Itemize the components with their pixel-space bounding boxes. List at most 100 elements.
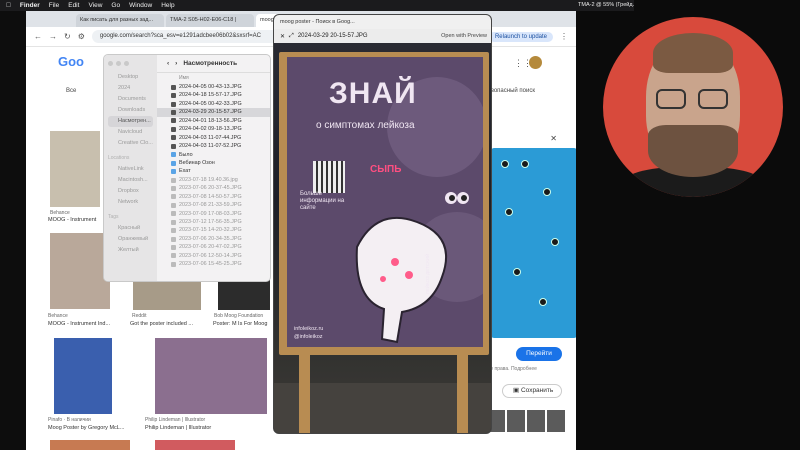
file-row[interactable]: 2024-04-03 11-07-44.JPG [157,134,270,142]
menu-view[interactable]: View [88,2,102,9]
sidebar-item-tag-yellow[interactable]: Желтый [108,245,153,256]
menu-go[interactable]: Go [111,2,120,9]
column-name-header[interactable]: Имя [157,73,270,83]
sidebar-item-tag-red[interactable]: Красный [108,223,153,234]
sidebar-item-location[interactable]: NativeLink [108,164,153,175]
file-name: 2023-07-18 19.40.36.jpg [179,176,238,183]
sidebar-item-location[interactable]: Macintosh... [108,175,153,186]
related-thumbs [487,410,565,432]
visit-button[interactable]: Перейти [516,347,562,361]
folder-row[interactable]: Вебинар Озон [157,159,270,167]
file-row[interactable]: 2023-07-09 17-08-03.JPG [157,210,270,218]
menu-app-name[interactable]: Finder [20,2,40,9]
related-image[interactable] [547,410,565,432]
panel-image[interactable] [491,148,577,338]
result-title[interactable]: Philip Lindeman | Illustrator [145,425,211,431]
file-row[interactable]: 2024-04-03 11-07-52.JPG [157,142,270,150]
file-row[interactable]: 2023-07-08 21-33-59.JPG [157,201,270,209]
menu-help[interactable]: Help [161,2,174,9]
file-row-selected[interactable]: 2024-03-29 20-15-57.JPG [157,108,270,117]
sidebar-item-location[interactable]: Dropbox [108,186,153,197]
sidebar-item-documents[interactable]: Documents [108,94,153,105]
file-row[interactable]: 2024-04-05 00-43-13.JPG [157,83,270,91]
related-image[interactable] [527,410,545,432]
sidebar-item-location[interactable]: Network [108,197,153,208]
back-icon[interactable]: ← [34,32,42,41]
image-result[interactable] [50,233,110,309]
forward-icon[interactable]: › [175,60,177,67]
sidebar-item-tag-orange[interactable]: Оранжевый [108,234,153,245]
reload-icon[interactable]: ↻ [64,32,71,41]
sidebar-item-downloads[interactable]: Downloads [108,105,153,116]
file-row[interactable]: 2023-07-18 19.40.36.jpg [157,176,270,184]
file-row[interactable]: 2024-04-02 09-18-13.JPG [157,125,270,133]
file-name: 2023-07-12 17-56-35.JPG [179,219,242,225]
file-row[interactable]: 2023-07-06 20-37-45.JPG [157,184,270,192]
save-button[interactable]: ▣ Сохранить [502,384,562,398]
webcam-overlay [603,17,783,197]
image-result[interactable] [155,440,235,450]
minimize-icon[interactable] [116,61,121,66]
file-row[interactable]: 2024-04-01 18-13-56.JPG [157,117,270,125]
fullscreen-icon[interactable]: ⤢ [289,33,294,40]
quicklook-window: moog poster - Поиск в Goog... ✕ ⤢ 2024-0… [273,14,492,434]
sidebar-item-desktop[interactable]: Desktop [108,72,153,83]
file-row[interactable]: 2024-04-18 15-57-17.JPG [157,91,270,99]
tab-all[interactable]: Все [66,88,76,94]
image-file-icon [171,135,176,141]
image-result[interactable] [50,440,130,450]
result-title[interactable]: Poster: M Is For Moog [213,321,267,327]
apple-icon[interactable]:  [6,2,11,9]
maximize-icon[interactable] [124,61,129,66]
image-result[interactable] [50,131,100,207]
open-with-preview-button[interactable]: Open with Preview [441,33,487,39]
knob [539,298,547,306]
file-row[interactable]: 2023-07-06 15-45-25.JPG [157,260,270,268]
folder-row[interactable]: Ехат [157,167,270,175]
image-result[interactable] [54,338,112,414]
tab-tma2[interactable]: TMA-2 S05-H02-E06-C18 | [166,14,254,27]
file-row[interactable]: 2023-07-06 12-50-14.JPG [157,252,270,260]
forward-icon[interactable]: → [49,32,57,41]
file-row[interactable]: 2023-07-12 17-56-35.JPG [157,218,270,226]
menu-file[interactable]: File [49,2,59,9]
relaunch-button[interactable]: Relaunch to update [488,31,553,42]
back-icon[interactable]: ‹ [167,60,169,67]
image-file-icon [171,253,176,259]
result-title[interactable]: MOOG - Instrument [48,217,96,223]
file-row[interactable]: 2023-07-06 20-34-35.JPG [157,235,270,243]
result-title[interactable]: Moog Poster by Gregory McL... [48,425,124,431]
result-title[interactable]: Got the poster included ... [130,321,193,327]
background-window-title: TMA-2 @ 55% (Грейд...на к [576,0,634,11]
eyes-icon [445,192,469,204]
file-row[interactable]: 2023-07-08 14-50-57.JPG [157,193,270,201]
menu-dots-icon[interactable]: ⋮ [560,32,568,41]
poster-more-info: Больше информации на сайте [300,191,345,211]
knob [521,160,529,168]
close-icon[interactable] [108,61,113,66]
stand-leg [299,355,310,433]
file-row[interactable]: 2023-07-06 20-47-02.JPG [157,243,270,251]
file-row[interactable]: 2023-07-15 14-20-32.JPG [157,226,270,234]
tab-article[interactable]: Как писать для разных зад... [76,14,164,27]
menu-window[interactable]: Window [129,2,152,9]
close-icon[interactable]: ✕ [550,134,557,143]
file-name: 2023-07-08 21-33-59.JPG [179,202,242,209]
file-row[interactable]: 2024-04-05 00-42-33.JPG [157,100,270,108]
image-result[interactable] [155,338,267,414]
sidebar-item-creative-cloud[interactable]: Creative Clo... [108,138,153,149]
file-name: 2024-04-05 00-43-13.JPG [179,84,242,90]
avatar[interactable] [529,56,542,69]
sidebar-item-nasmotrennost[interactable]: Насмотрен... [108,116,153,127]
save-label: Сохранить [520,387,554,394]
close-icon[interactable]: ✕ [280,33,285,40]
google-logo[interactable]: Goo [58,54,84,69]
image-file-icon [171,143,176,149]
result-title[interactable]: MOOG - Instrument Ind... [48,321,110,327]
folder-row[interactable]: Было [157,151,270,159]
related-image[interactable] [507,410,525,432]
sidebar-item-navicloud[interactable]: Navicloud [108,127,153,138]
menu-edit[interactable]: Edit [68,2,79,9]
site-info-icon[interactable]: ⚙ [78,32,85,41]
sidebar-item-2024[interactable]: 2024 [108,83,153,94]
